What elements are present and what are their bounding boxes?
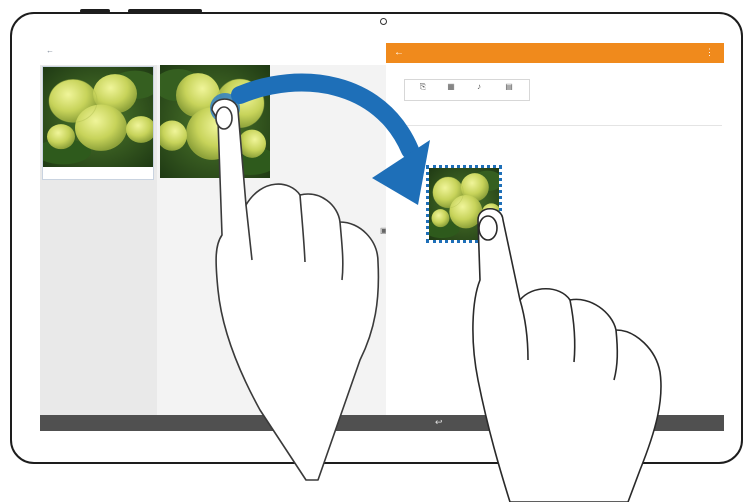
table-button[interactable]: ▤ <box>495 82 523 98</box>
image-button[interactable]: ▦ <box>437 82 465 98</box>
table-icon: ▤ <box>505 82 513 91</box>
hardware-button <box>128 9 202 13</box>
memo-header: ← ⋮ <box>386 43 724 63</box>
gallery-app-pane: ← ▣ <box>40 43 388 415</box>
more-icon[interactable]: ⋮ <box>705 47 714 58</box>
attach-icon: ⎘ <box>419 82 427 91</box>
voice-button[interactable]: ♪ <box>465 82 493 98</box>
camera-icon <box>380 18 387 25</box>
dropped-image-icon <box>429 168 499 240</box>
arrow-left-icon[interactable]: ← <box>394 47 404 58</box>
hydrangea-photo-2[interactable] <box>160 65 270 178</box>
image-icon <box>43 67 153 168</box>
arrow-left-icon[interactable]: ← <box>46 46 54 55</box>
hydrangea-photo-1[interactable] <box>42 66 154 180</box>
hardware-button <box>80 9 110 13</box>
attach-button[interactable]: ⎘ <box>409 82 437 98</box>
navigation-bar: ↩ <box>40 415 724 431</box>
gallery-topbar: ← <box>40 43 386 63</box>
title-field[interactable] <box>404 125 722 126</box>
image-icon <box>160 65 270 178</box>
tablet-screen: ← ▣ ← ⋮ ⎘ ▦ ♪ ▤ ↩ <box>40 43 724 431</box>
image-icon: ▦ <box>447 82 455 91</box>
back-nav-icon[interactable]: ↩ <box>435 417 443 428</box>
memo-toolbar: ⎘ ▦ ♪ ▤ <box>404 79 530 101</box>
memo-drop-target[interactable] <box>426 165 502 243</box>
mic-icon: ♪ <box>477 82 481 91</box>
